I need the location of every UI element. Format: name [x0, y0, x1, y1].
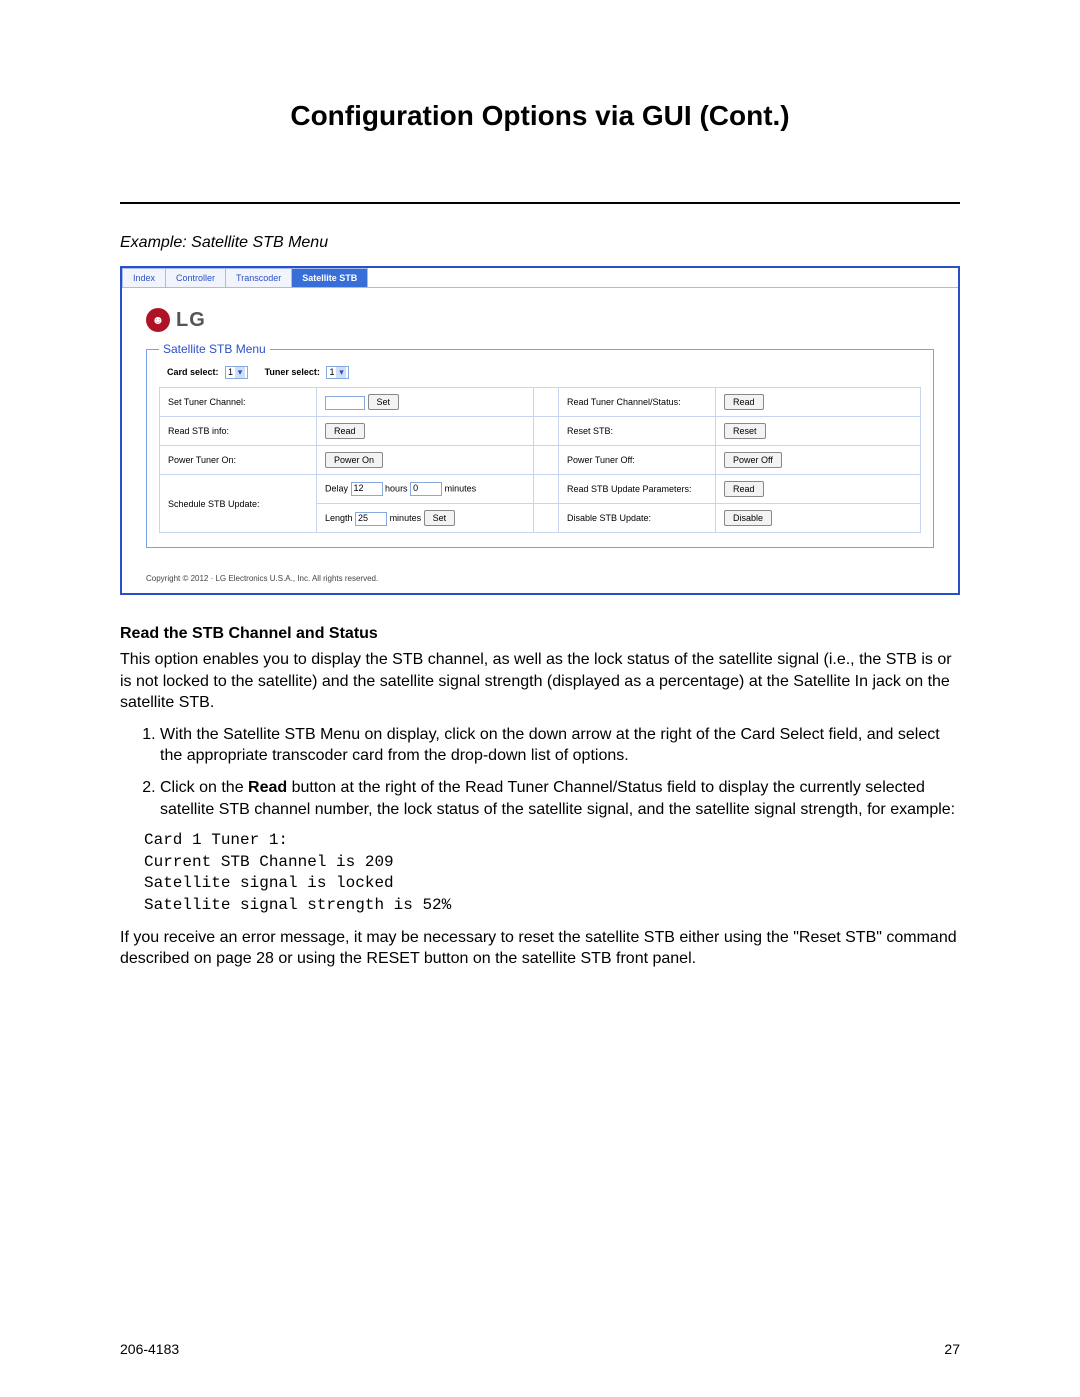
step-1: With the Satellite STB Menu on display, …: [160, 724, 960, 767]
tuner-select-dropdown[interactable]: 1▾: [326, 366, 349, 379]
example-output: Card 1 Tuner 1: Current STB Channel is 2…: [144, 830, 960, 916]
set-tuner-channel-input[interactable]: [325, 396, 365, 410]
step-2-read-bold: Read: [248, 779, 287, 796]
power-tuner-on-label: Power Tuner On:: [160, 446, 317, 475]
tab-index[interactable]: Index: [122, 268, 166, 287]
card-select-value: 1: [228, 367, 233, 377]
reset-stb-label: Reset STB:: [559, 417, 716, 446]
tab-bar: Index Controller Transcoder Satellite ST…: [122, 268, 958, 288]
step-2: Click on the Read button at the right of…: [160, 777, 960, 820]
stb-controls-table: Set Tuner Channel: Set Read Tuner Channe…: [159, 387, 921, 533]
page-title: Configuration Options via GUI (Cont.): [120, 100, 960, 132]
length-minutes-unit: minutes: [390, 513, 422, 523]
set-tuner-channel-set-button[interactable]: Set: [368, 394, 400, 410]
disable-stb-update-label: Disable STB Update:: [559, 504, 716, 533]
chevron-down-icon: ▾: [336, 367, 346, 378]
power-off-button[interactable]: Power Off: [724, 452, 782, 468]
length-minutes-input[interactable]: 25: [355, 512, 387, 526]
example-caption: Example: Satellite STB Menu: [120, 234, 960, 252]
power-on-button[interactable]: Power On: [325, 452, 383, 468]
read-stb-info-label: Read STB info:: [160, 417, 317, 446]
logo-row: ☻ LG: [146, 308, 934, 332]
power-tuner-off-label: Power Tuner Off:: [559, 446, 716, 475]
card-select-label: Card select:: [167, 367, 219, 377]
read-tuner-status-label: Read Tuner Channel/Status:: [559, 388, 716, 417]
fieldset-legend: Satellite STB Menu: [159, 342, 270, 356]
lg-logo-text: LG: [176, 309, 206, 332]
schedule-set-button[interactable]: Set: [424, 510, 456, 526]
length-label: Length: [325, 513, 353, 523]
closing-paragraph: If you receive an error message, it may …: [120, 927, 960, 970]
step-2-text-a: Click on the: [160, 779, 248, 796]
delay-hours-input[interactable]: 12: [351, 482, 383, 496]
hours-label: hours: [385, 483, 408, 493]
card-select-dropdown[interactable]: 1▾: [225, 366, 248, 379]
intro-paragraph: This option enables you to display the S…: [120, 649, 960, 714]
read-stb-update-params-button[interactable]: Read: [724, 481, 764, 497]
delay-label: Delay: [325, 483, 348, 493]
tab-satellite-stb[interactable]: Satellite STB: [291, 268, 368, 287]
read-tuner-status-button[interactable]: Read: [724, 394, 764, 410]
minutes-label: minutes: [445, 483, 477, 493]
disable-stb-update-button[interactable]: Disable: [724, 510, 772, 526]
reset-stb-button[interactable]: Reset: [724, 423, 766, 439]
horizontal-rule: [120, 202, 960, 204]
steps-list: With the Satellite STB Menu on display, …: [120, 724, 960, 820]
set-tuner-channel-label: Set Tuner Channel:: [160, 388, 317, 417]
page-number: 27: [944, 1341, 960, 1357]
schedule-stb-update-label: Schedule STB Update:: [160, 475, 317, 533]
lg-logo-icon: ☻: [146, 308, 170, 332]
tuner-select-label: Tuner select:: [265, 367, 320, 377]
read-stb-info-button[interactable]: Read: [325, 423, 365, 439]
chevron-down-icon: ▾: [235, 367, 245, 378]
doc-number: 206-4183: [120, 1341, 179, 1357]
tab-controller[interactable]: Controller: [165, 268, 226, 287]
tuner-select-value: 1: [329, 367, 334, 377]
satellite-stb-fieldset: Satellite STB Menu Card select: 1▾ Tuner…: [146, 342, 934, 548]
tab-transcoder[interactable]: Transcoder: [225, 268, 292, 287]
gui-screenshot: Index Controller Transcoder Satellite ST…: [120, 266, 960, 595]
section-heading: Read the STB Channel and Status: [120, 625, 960, 643]
read-stb-update-params-label: Read STB Update Parameters:: [559, 475, 716, 504]
delay-minutes-input[interactable]: 0: [410, 482, 442, 496]
gui-copyright: Copyright © 2012 · LG Electronics U.S.A.…: [146, 574, 934, 583]
